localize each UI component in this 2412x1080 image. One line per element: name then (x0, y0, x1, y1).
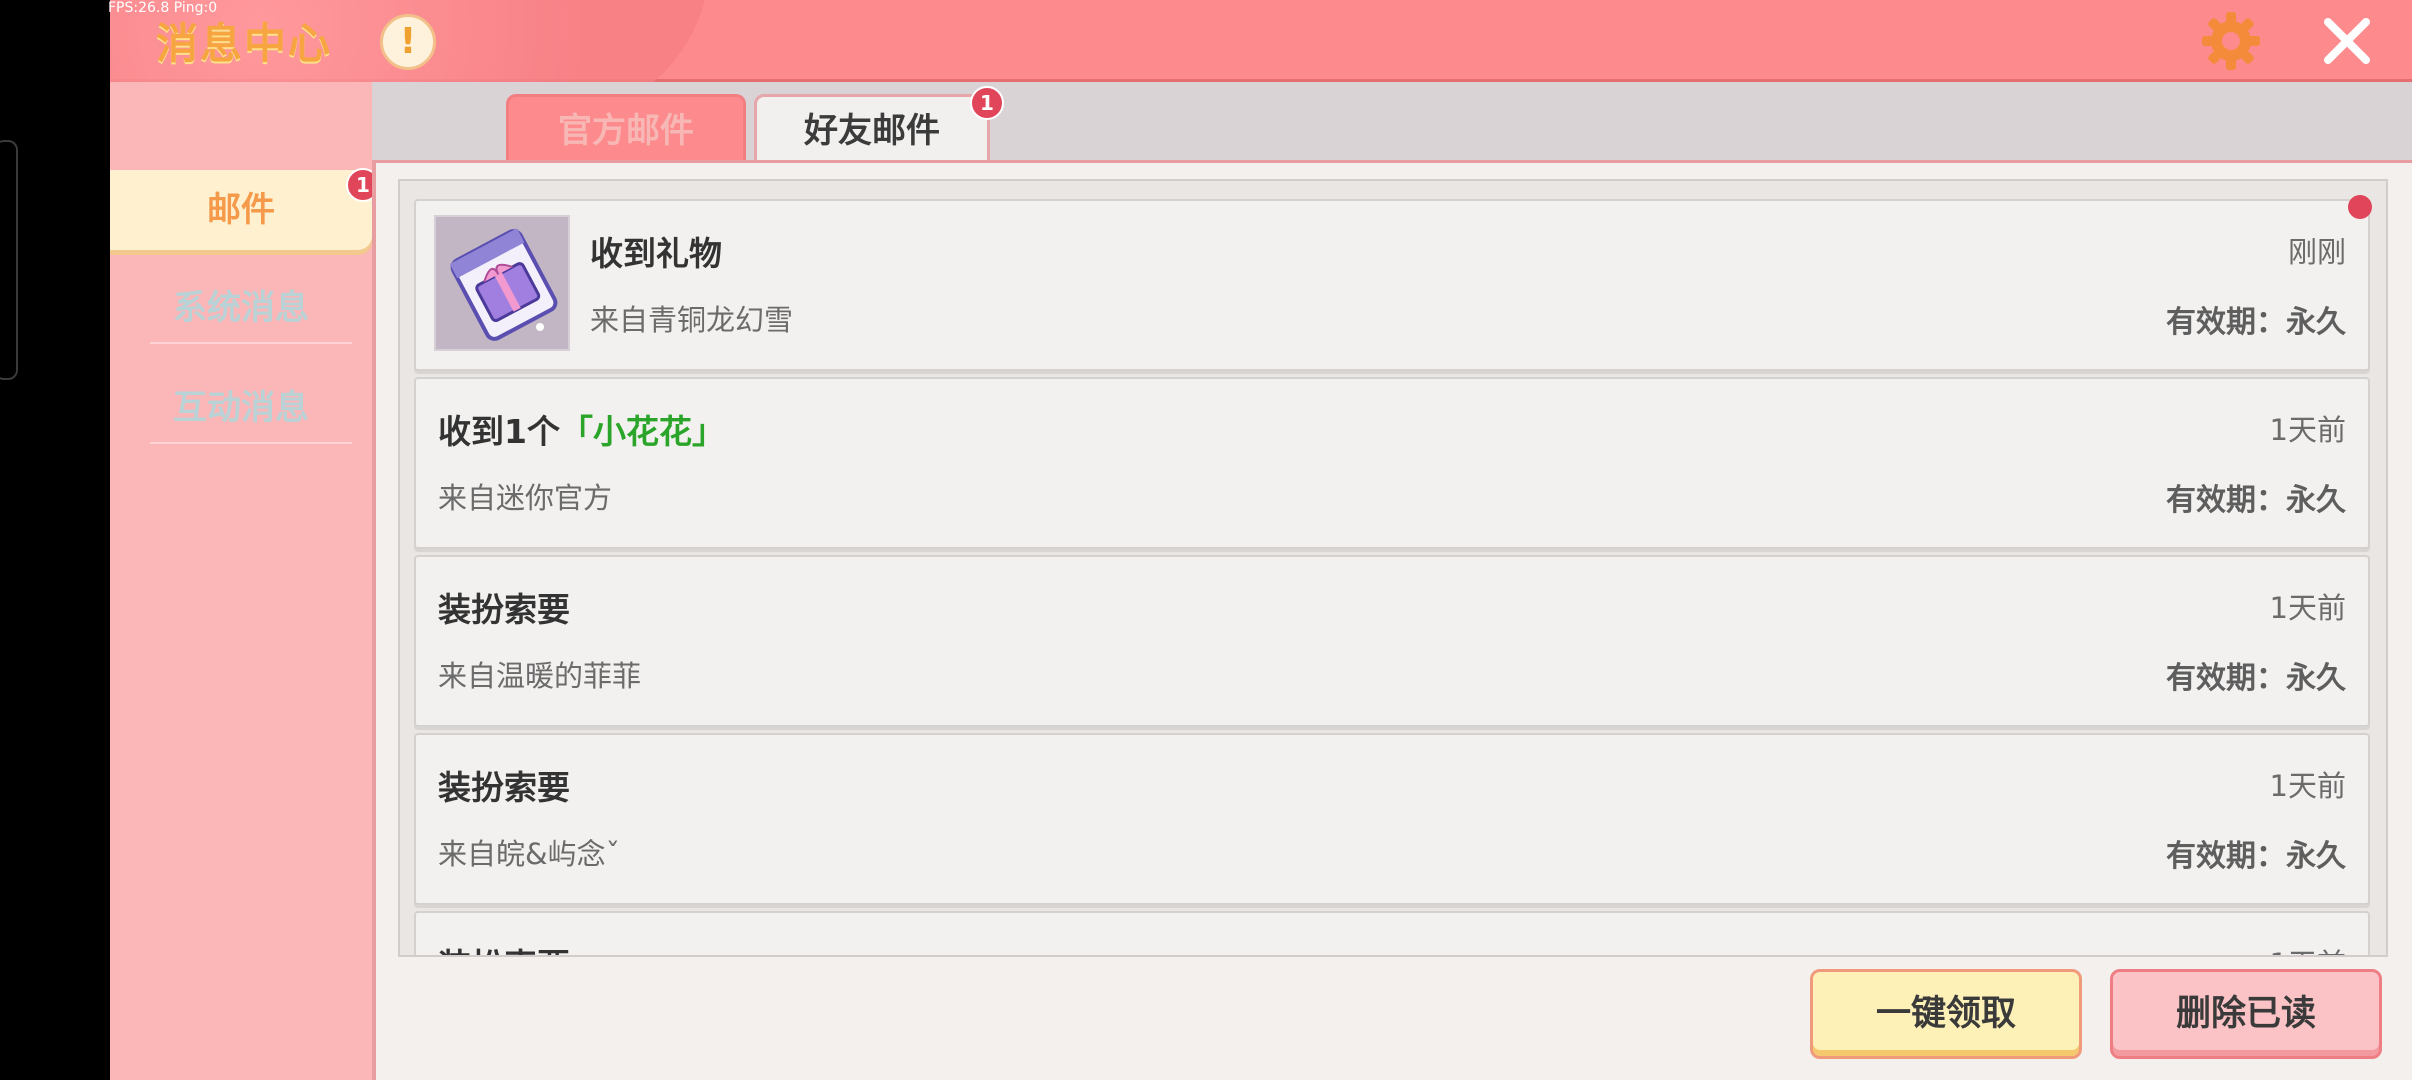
sidebar-item-system-messages[interactable]: 系统消息 (110, 268, 372, 348)
mail-item[interactable]: 装扮索要 来自温暖的菲菲 1天前 有效期：永久 (414, 555, 2370, 727)
mail-validity: 有效期：永久 (2166, 839, 2346, 874)
mail-sender: 来自迷你官方 (438, 481, 613, 515)
message-center-window: 消息中心 ! 邮件 1 系统消息 互动消息 官方邮件 好友邮件 1 收到礼物 来… (110, 0, 2412, 1080)
mail-time: 1天前 (2269, 591, 2346, 625)
mail-title-prefix: 收到1个 (438, 412, 560, 451)
mail-item[interactable]: 收到1个「小花花」 来自迷你官方 1天前 有效期：永久 (414, 377, 2370, 549)
unread-indicator (2348, 195, 2372, 219)
sidebar-item-mail[interactable]: 邮件 (110, 170, 372, 250)
mail-sender: 来自温暖的菲菲 (438, 659, 642, 693)
sidebar-item-interaction-messages[interactable]: 互动消息 (110, 368, 372, 448)
alert-icon[interactable]: ! (380, 14, 436, 70)
tab-official-mail[interactable]: 官方邮件 (506, 94, 746, 164)
mail-title: 装扮索要 (438, 590, 570, 629)
sidebar: 邮件 1 系统消息 互动消息 (110, 82, 380, 1080)
gift-box-icon (434, 215, 570, 351)
delete-read-button[interactable]: 删除已读 (2110, 969, 2382, 1059)
mail-validity: 有效期：永久 (2166, 305, 2346, 340)
tab-bar: 官方邮件 好友邮件 1 (372, 82, 2412, 164)
tab-label: 官方邮件 (558, 111, 694, 151)
gear-icon[interactable] (2200, 10, 2262, 72)
tab-label: 好友邮件 (804, 111, 940, 151)
close-icon[interactable] (2320, 14, 2374, 68)
mail-title: 收到1个「小花花」 (438, 405, 725, 453)
mail-time: 刚刚 (2287, 235, 2346, 269)
mail-title: 装扮索要 (438, 939, 570, 955)
mail-list[interactable]: 收到礼物 来自青铜龙幻雪 刚刚 有效期：永久 收到1个「小花花」 来自迷你官方 … (398, 179, 2388, 957)
device-edge-handle (0, 140, 18, 380)
mail-panel: 收到礼物 来自青铜龙幻雪 刚刚 有效期：永久 收到1个「小花花」 来自迷你官方 … (372, 160, 2412, 1080)
mail-title-item: 「小花花」 (559, 412, 725, 451)
header-bar: 消息中心 ! (110, 0, 2412, 120)
friend-mail-badge: 1 (970, 86, 1004, 120)
claim-all-button[interactable]: 一键领取 (1810, 969, 2082, 1059)
mail-time: 1天前 (2269, 413, 2346, 447)
mail-validity: 有效期：永久 (2166, 483, 2346, 518)
mail-time: 1天前 (2269, 769, 2346, 803)
mail-time: 1天前 (2270, 941, 2346, 955)
mail-title: 装扮索要 (438, 768, 570, 807)
mail-title: 收到礼物 (590, 234, 722, 273)
sidebar-item-label: 系统消息 (173, 288, 309, 328)
mail-item[interactable]: 收到礼物 来自青铜龙幻雪 刚刚 有效期：永久 (414, 195, 2372, 371)
mail-item[interactable]: 装扮索要 来自皖&屿念ˇ 1天前 有效期：永久 (414, 733, 2370, 905)
tab-friend-mail[interactable]: 好友邮件 (754, 94, 990, 164)
mail-item[interactable]: 装扮索要 1天前 (414, 911, 2370, 955)
sidebar-item-label: 邮件 (207, 190, 275, 230)
fps-readout: FPS:26.8 Ping:0 (108, 0, 218, 16)
mail-sender: 来自皖&屿念ˇ (438, 837, 621, 871)
page-title: 消息中心 (156, 19, 333, 68)
mail-sender: 来自青铜龙幻雪 (590, 303, 794, 337)
sidebar-item-label: 互动消息 (173, 388, 309, 428)
mail-validity: 有效期：永久 (2166, 661, 2346, 696)
